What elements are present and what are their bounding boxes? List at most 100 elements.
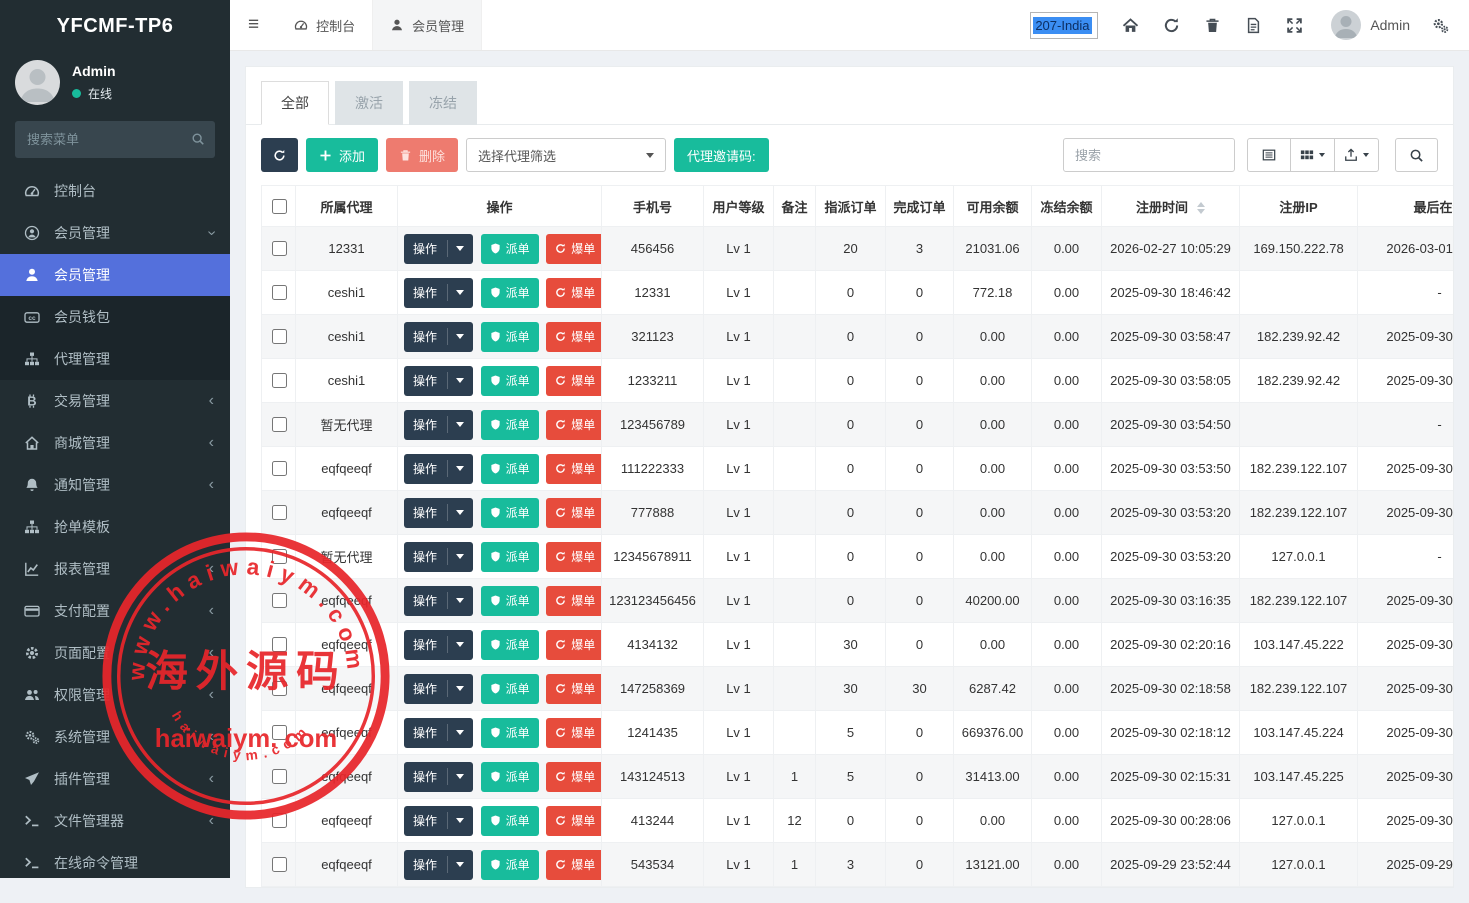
sidebar-item[interactable]: 页面配置‹ (0, 632, 230, 674)
dispatch-order-button[interactable]: 派单 (481, 454, 539, 484)
add-button[interactable]: 添加 (306, 138, 378, 172)
operate-dropdown-button[interactable]: 操作 (404, 630, 473, 660)
burst-order-button[interactable]: 爆单 (546, 322, 601, 352)
dispatch-order-button[interactable]: 派单 (481, 366, 539, 396)
sidebar-item[interactable]: 报表管理‹ (0, 548, 230, 590)
sidebar-item[interactable]: 系统管理‹ (0, 716, 230, 758)
row-checkbox[interactable] (272, 681, 287, 696)
sidebar-item[interactable]: 权限管理‹ (0, 674, 230, 716)
row-checkbox[interactable] (272, 461, 287, 476)
operate-dropdown-button[interactable]: 操作 (404, 674, 473, 704)
sidebar-item[interactable]: 代理管理 (0, 338, 230, 380)
operate-dropdown-button[interactable]: 操作 (404, 498, 473, 528)
dispatch-order-button[interactable]: 派单 (481, 322, 539, 352)
sort-icon[interactable] (1197, 202, 1205, 214)
refresh-table-button[interactable] (261, 138, 298, 172)
row-checkbox[interactable] (272, 505, 287, 520)
navbar-user[interactable]: Admin (1315, 10, 1420, 40)
operate-dropdown-button[interactable]: 操作 (404, 542, 473, 572)
trash-button[interactable] (1192, 17, 1233, 34)
row-checkbox[interactable] (272, 593, 287, 608)
burst-order-button[interactable]: 爆单 (546, 674, 601, 704)
tab-all[interactable]: 全部 (261, 81, 329, 125)
sidebar-item[interactable]: 会员管理› (0, 212, 230, 254)
row-checkbox[interactable] (272, 769, 287, 784)
export-button[interactable] (1334, 138, 1379, 172)
dispatch-order-button[interactable]: 派单 (481, 718, 539, 748)
search-button[interactable] (1395, 138, 1438, 172)
invite-code-button[interactable]: 代理邀请码: (674, 138, 769, 172)
delete-button[interactable]: 删除 (386, 138, 458, 172)
sidebar-item[interactable]: 插件管理‹ (0, 758, 230, 800)
hamburger-menu-icon[interactable]: ≡ (230, 14, 277, 36)
dispatch-order-button[interactable]: 派单 (481, 586, 539, 616)
columns-button[interactable] (1290, 138, 1335, 172)
operate-dropdown-button[interactable]: 操作 (404, 278, 473, 308)
operate-dropdown-button[interactable]: 操作 (404, 586, 473, 616)
refresh-button[interactable] (1151, 17, 1192, 34)
burst-order-button[interactable]: 爆单 (546, 718, 601, 748)
sidebar-item[interactable]: 控制台 (0, 170, 230, 212)
col-reg-time[interactable]: 注册时间 (1102, 186, 1240, 227)
navbar-tab-dashboard[interactable]: 控制台 (277, 0, 372, 50)
row-checkbox[interactable] (272, 373, 287, 388)
navbar-tab-members[interactable]: 会员管理 (372, 0, 482, 50)
row-checkbox[interactable] (272, 241, 287, 256)
operate-dropdown-button[interactable]: 操作 (404, 762, 473, 792)
select-all-checkbox[interactable] (272, 199, 287, 214)
operate-dropdown-button[interactable]: 操作 (404, 850, 473, 880)
dispatch-order-button[interactable]: 派单 (481, 278, 539, 308)
burst-order-button[interactable]: 爆单 (546, 806, 601, 836)
operate-dropdown-button[interactable]: 操作 (404, 410, 473, 440)
burst-order-button[interactable]: 爆单 (546, 278, 601, 308)
sidebar-item[interactable]: cc会员钱包 (0, 296, 230, 338)
burst-order-button[interactable]: 爆单 (546, 762, 601, 792)
row-checkbox[interactable] (272, 725, 287, 740)
row-checkbox[interactable] (272, 549, 287, 564)
operate-dropdown-button[interactable]: 操作 (404, 322, 473, 352)
burst-order-button[interactable]: 爆单 (546, 454, 601, 484)
detail-view-button[interactable] (1247, 138, 1291, 172)
row-checkbox[interactable] (272, 417, 287, 432)
sidebar-item[interactable]: 文件管理器‹ (0, 800, 230, 842)
sidebar-item[interactable]: 支付配置‹ (0, 590, 230, 632)
operate-dropdown-button[interactable]: 操作 (404, 806, 473, 836)
operate-dropdown-button[interactable]: 操作 (404, 718, 473, 748)
dispatch-order-button[interactable]: 派单 (481, 498, 539, 528)
operate-dropdown-button[interactable]: 操作 (404, 234, 473, 264)
operate-dropdown-button[interactable]: 操作 (404, 366, 473, 396)
dispatch-order-button[interactable]: 派单 (481, 542, 539, 572)
row-checkbox[interactable] (272, 813, 287, 828)
dispatch-order-button[interactable]: 派单 (481, 762, 539, 792)
tab-frozen[interactable]: 冻结 (409, 81, 477, 125)
burst-order-button[interactable]: 爆单 (546, 850, 601, 880)
settings-button[interactable] (1420, 17, 1461, 34)
dispatch-order-button[interactable]: 派单 (481, 674, 539, 704)
row-checkbox[interactable] (272, 329, 287, 344)
dispatch-order-button[interactable]: 派单 (481, 806, 539, 836)
burst-order-button[interactable]: 爆单 (546, 234, 601, 264)
row-checkbox[interactable] (272, 285, 287, 300)
dispatch-order-button[interactable]: 派单 (481, 234, 539, 264)
navbar-text-input[interactable]: 207-India (1030, 12, 1098, 39)
app-logo[interactable]: YFCMF-TP6 (0, 0, 230, 52)
burst-order-button[interactable]: 爆单 (546, 542, 601, 572)
document-button[interactable] (1233, 17, 1274, 34)
burst-order-button[interactable]: 爆单 (546, 630, 601, 660)
sidebar-item[interactable]: 会员管理 (0, 254, 230, 296)
home-button[interactable] (1110, 17, 1151, 34)
dispatch-order-button[interactable]: 派单 (481, 630, 539, 660)
agent-filter-select[interactable]: 选择代理筛选 (466, 138, 666, 172)
dispatch-order-button[interactable]: 派单 (481, 850, 539, 880)
row-checkbox[interactable] (272, 857, 287, 872)
tab-active[interactable]: 激活 (335, 81, 403, 125)
burst-order-button[interactable]: 爆单 (546, 366, 601, 396)
dispatch-order-button[interactable]: 派单 (481, 410, 539, 440)
table-search-input[interactable] (1063, 138, 1235, 172)
sidebar-item[interactable]: 抢单模板 (0, 506, 230, 548)
sidebar-item[interactable]: 通知管理‹ (0, 464, 230, 506)
fullscreen-button[interactable] (1274, 17, 1315, 34)
operate-dropdown-button[interactable]: 操作 (404, 454, 473, 484)
burst-order-button[interactable]: 爆单 (546, 586, 601, 616)
menu-search-input[interactable] (15, 121, 215, 158)
